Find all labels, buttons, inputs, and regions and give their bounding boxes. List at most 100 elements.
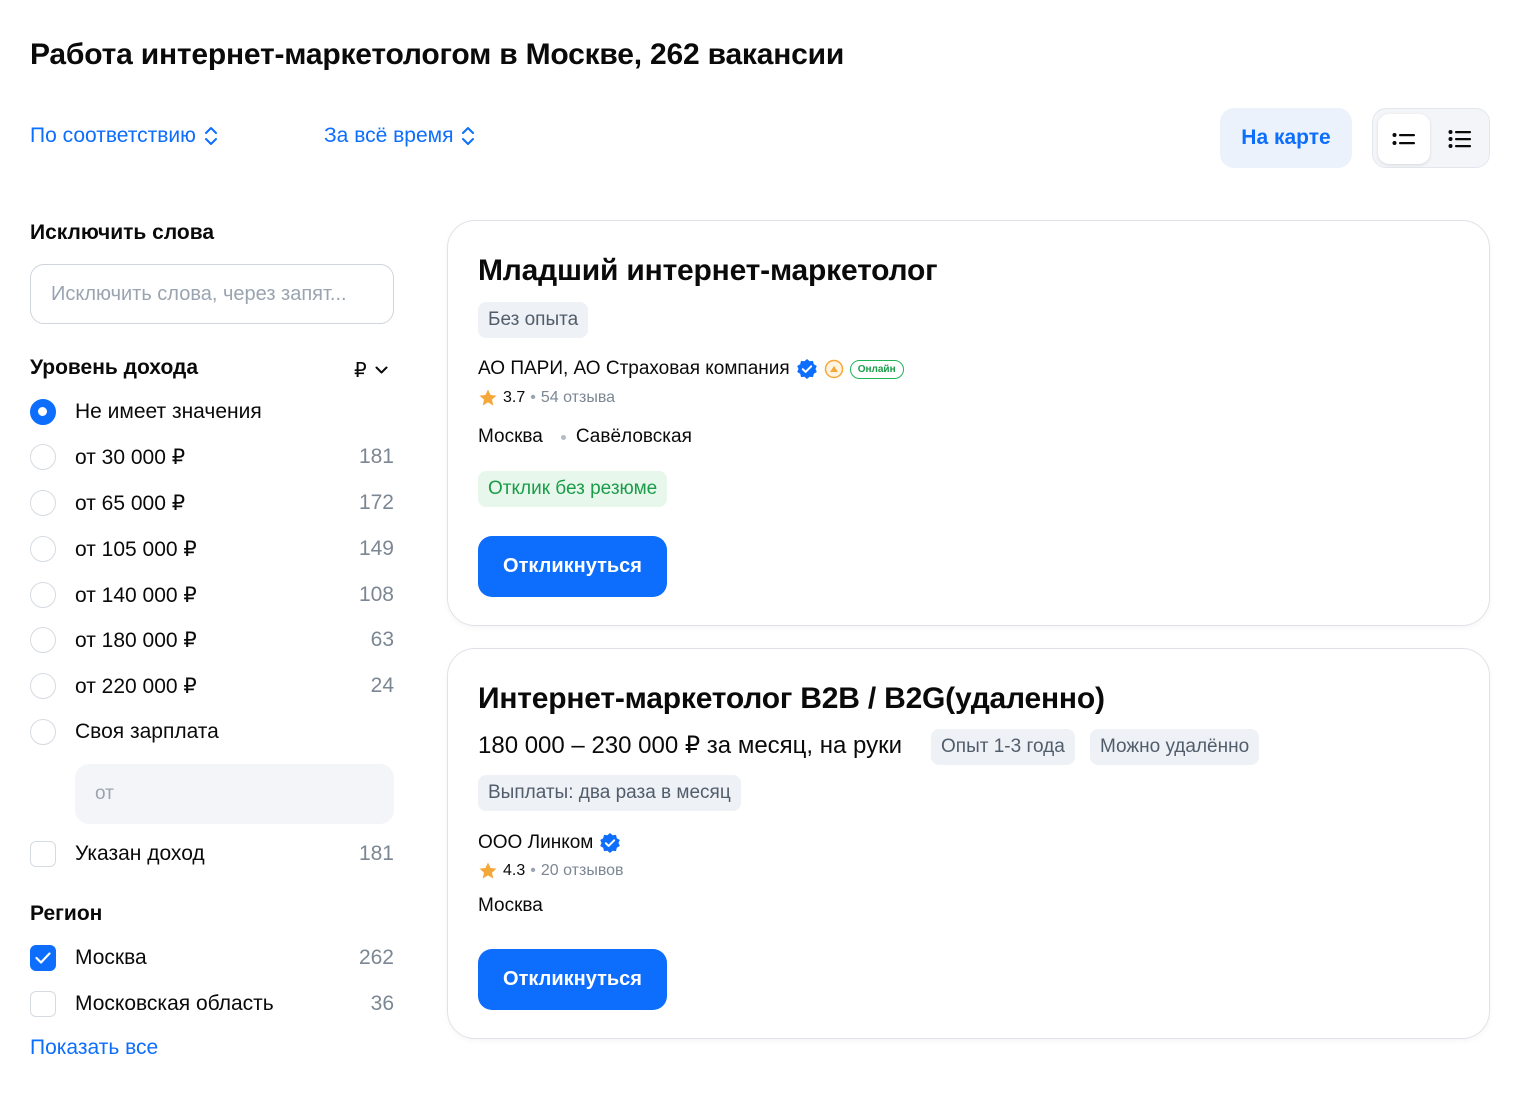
exclude-words-input[interactable]: Исключить слова, через запят... bbox=[30, 264, 394, 324]
vacancy-card[interactable]: Младший интернет-маркетолог Без опыта АО… bbox=[447, 220, 1490, 626]
income-level-title: Уровень дохода bbox=[30, 356, 199, 379]
income-option[interactable]: от 30 000 ₽ 181 bbox=[30, 442, 394, 472]
list-icon bbox=[1448, 130, 1471, 148]
income-option-label: от 30 000 ₽ bbox=[75, 445, 186, 469]
separator-dot: • bbox=[530, 389, 536, 406]
region-option-label: Москва bbox=[75, 946, 147, 969]
custom-salary-placeholder: от bbox=[95, 783, 114, 804]
income-option-label: от 220 000 ₽ bbox=[75, 674, 197, 698]
chevron-updown-icon bbox=[462, 127, 475, 145]
rating-value: 3.7 bbox=[503, 389, 526, 406]
exclude-words-title: Исключить слова bbox=[30, 221, 215, 244]
region-title: Регион bbox=[30, 902, 103, 925]
full-list-view-button[interactable] bbox=[1434, 114, 1486, 164]
income-specified-label: Указан доход bbox=[75, 842, 205, 865]
compact-list-icon bbox=[1392, 133, 1415, 145]
income-option[interactable]: от 140 000 ₽ 108 bbox=[30, 580, 394, 610]
exclude-words-placeholder: Исключить слова, через запят... bbox=[51, 282, 347, 305]
radio-button[interactable] bbox=[30, 582, 56, 608]
currency-select[interactable]: ₽ bbox=[354, 358, 388, 383]
star-icon bbox=[479, 862, 497, 879]
income-option[interactable]: Своя зарплата bbox=[30, 717, 394, 747]
checkbox[interactable] bbox=[30, 945, 56, 971]
income-option[interactable]: от 220 000 ₽ 24 bbox=[30, 671, 394, 701]
checkbox[interactable] bbox=[30, 991, 56, 1017]
sort-period-label: За всё время bbox=[324, 124, 454, 147]
region-option[interactable]: Московская область 36 bbox=[30, 989, 394, 1019]
radio-button[interactable] bbox=[30, 490, 56, 516]
radio-button[interactable] bbox=[30, 673, 56, 699]
view-toggle bbox=[1372, 108, 1490, 168]
metro-label: Савёловская bbox=[575, 426, 692, 447]
salary-label: 180 000 – 230 000 ₽ за месяц, на руки bbox=[478, 732, 902, 759]
income-option-count: 181 bbox=[358, 445, 394, 468]
respond-button[interactable]: Откликнуться bbox=[478, 536, 667, 597]
company-rating[interactable]: 4.3 • 20 отзывов bbox=[478, 861, 624, 881]
respond-button[interactable]: Откликнуться bbox=[478, 949, 667, 1010]
page-title: Работа интернет-маркетологом в Москве, 2… bbox=[30, 38, 845, 71]
show-all-regions-link[interactable]: Показать все bbox=[30, 1036, 158, 1060]
verified-badge-icon bbox=[796, 359, 817, 379]
chevron-down-icon bbox=[375, 366, 388, 374]
city-label: Москва bbox=[478, 895, 543, 916]
income-option[interactable]: Не имеет значения bbox=[30, 397, 394, 427]
income-option-count: 63 bbox=[370, 628, 394, 651]
company-line: АО ПАРИ, АО Страховая компания Онлайн bbox=[478, 358, 904, 380]
checkbox[interactable] bbox=[30, 841, 56, 867]
vacancy-location: Москва bbox=[478, 895, 543, 917]
radio-button[interactable] bbox=[30, 399, 56, 425]
checkmark-icon bbox=[35, 952, 51, 964]
no-resume-chip: Отклик без резюме bbox=[478, 471, 668, 507]
income-option[interactable]: от 105 000 ₽ 149 bbox=[30, 534, 394, 564]
income-option-label: от 65 000 ₽ bbox=[75, 491, 186, 515]
income-specified-option[interactable]: Указан доход 181 bbox=[30, 839, 394, 869]
vacancy-card[interactable]: Интернет-маркетолог B2B / B2G(удаленно) … bbox=[447, 648, 1490, 1039]
metro-dot-icon bbox=[560, 434, 566, 440]
map-button[interactable]: На карте bbox=[1220, 108, 1352, 168]
income-option-label: Своя зарплата bbox=[75, 720, 219, 743]
income-option-label: от 180 000 ₽ bbox=[75, 628, 197, 652]
region-option-label: Московская область bbox=[75, 992, 274, 1015]
sort-period-dropdown[interactable]: За всё время bbox=[324, 124, 475, 148]
verified-badge-icon bbox=[600, 833, 621, 853]
region-option[interactable]: Москва 262 bbox=[30, 943, 394, 973]
income-specified-count: 181 bbox=[358, 842, 394, 865]
payout-chip: Выплаты: два раза в месяц bbox=[478, 775, 741, 811]
custom-salary-input[interactable]: от bbox=[75, 764, 394, 824]
separator-dot: • bbox=[530, 862, 536, 879]
company-rating[interactable]: 3.7 • 54 отзыва bbox=[478, 388, 615, 408]
star-icon bbox=[479, 389, 497, 406]
income-option-count: 172 bbox=[358, 491, 394, 514]
income-option-label: от 105 000 ₽ bbox=[75, 537, 197, 561]
experience-chip: Опыт 1-3 года bbox=[931, 729, 1075, 765]
remote-chip: Можно удалённо bbox=[1090, 729, 1260, 765]
currency-label: ₽ bbox=[354, 360, 367, 382]
chevron-updown-icon bbox=[204, 127, 217, 145]
income-option-count: 108 bbox=[358, 583, 394, 606]
rating-value: 4.3 bbox=[503, 862, 526, 879]
reviews-count: 20 отзывов bbox=[540, 862, 624, 879]
reviews-count: 54 отзыва bbox=[540, 389, 616, 406]
income-option-label: от 140 000 ₽ bbox=[75, 583, 197, 607]
sort-relevance-dropdown[interactable]: По соответствию bbox=[30, 124, 218, 148]
radio-button[interactable] bbox=[30, 444, 56, 470]
radio-button[interactable] bbox=[30, 536, 56, 562]
sort-relevance-label: По соответствию bbox=[30, 124, 196, 147]
vacancy-title[interactable]: Интернет-маркетолог B2B / B2G(удаленно) bbox=[478, 682, 1105, 716]
income-option[interactable]: от 65 000 ₽ 172 bbox=[30, 488, 394, 518]
region-option-count: 36 bbox=[370, 992, 394, 1015]
compact-list-view-button[interactable] bbox=[1378, 114, 1430, 164]
company-name[interactable]: ООО Линком bbox=[478, 832, 593, 854]
income-option-count: 149 bbox=[358, 537, 394, 560]
city-label: Москва bbox=[478, 426, 543, 447]
radio-button[interactable] bbox=[30, 719, 56, 745]
radio-button[interactable] bbox=[30, 627, 56, 653]
region-option-count: 262 bbox=[358, 946, 394, 969]
company-line: ООО Линком bbox=[478, 832, 621, 854]
income-option-label: Не имеет значения bbox=[75, 400, 262, 423]
company-name[interactable]: АО ПАРИ, АО Страховая компания bbox=[478, 358, 790, 380]
vacancy-title[interactable]: Младший интернет-маркетолог bbox=[478, 254, 938, 288]
vacancy-location: Москва Савёловская bbox=[478, 426, 692, 448]
income-option[interactable]: от 180 000 ₽ 63 bbox=[30, 625, 394, 655]
online-badge: Онлайн bbox=[849, 359, 904, 379]
